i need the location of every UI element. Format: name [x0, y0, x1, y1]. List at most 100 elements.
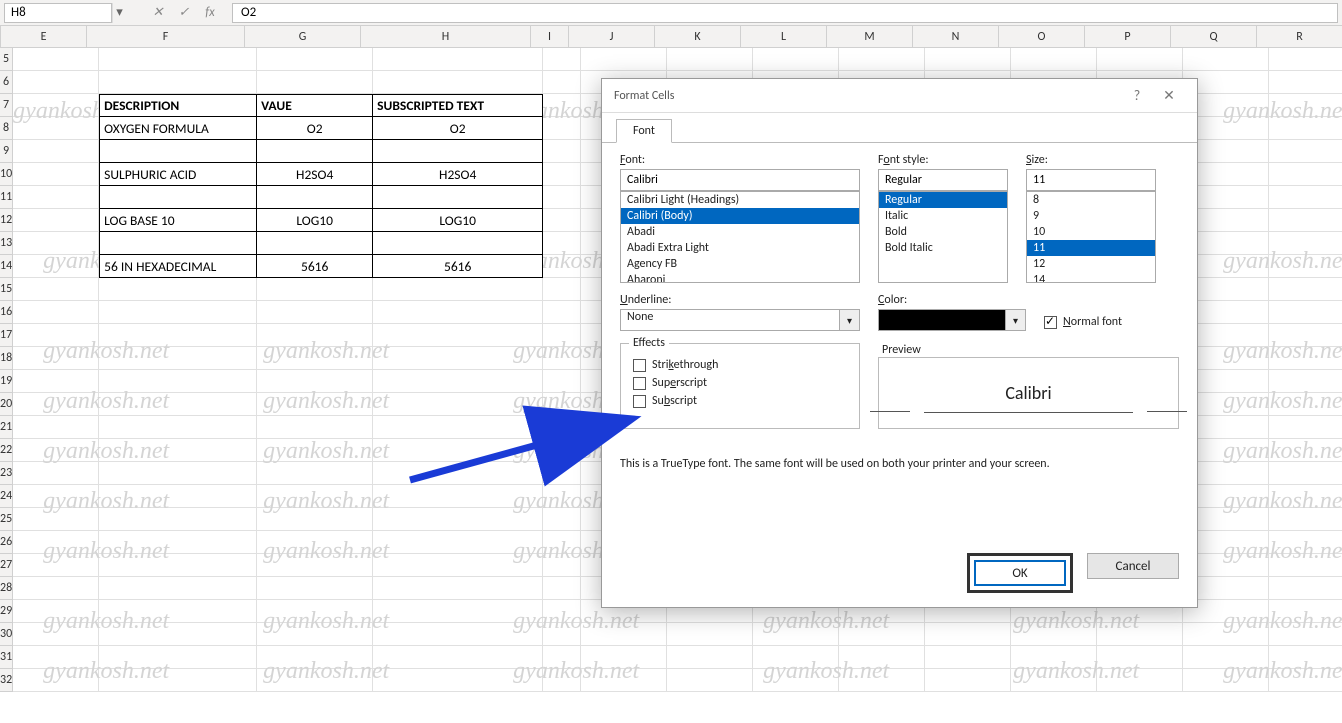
cell[interactable]: [373, 347, 543, 370]
color-dropdown[interactable]: ▾: [878, 309, 1026, 331]
cell[interactable]: [13, 577, 99, 600]
cell[interactable]: [543, 278, 581, 301]
cell[interactable]: [667, 646, 753, 669]
cell[interactable]: [1269, 71, 1342, 94]
cell[interactable]: OXYGEN FORMULA: [99, 117, 257, 140]
col-header[interactable]: E: [1, 26, 87, 47]
cell[interactable]: [257, 600, 373, 623]
cell[interactable]: [373, 531, 543, 554]
cell[interactable]: [13, 485, 99, 508]
cell[interactable]: [373, 623, 543, 646]
cell[interactable]: [667, 48, 753, 71]
col-header[interactable]: J: [569, 26, 655, 47]
col-header[interactable]: R: [1257, 26, 1342, 47]
cell[interactable]: 5616: [257, 255, 373, 278]
cell[interactable]: [1011, 646, 1097, 669]
cell[interactable]: [543, 94, 581, 117]
cancel-button[interactable]: Cancel: [1087, 553, 1179, 579]
cell[interactable]: [13, 646, 99, 669]
cell[interactable]: [753, 646, 839, 669]
font-input[interactable]: [620, 169, 860, 191]
cell[interactable]: H2SO4: [373, 163, 543, 186]
cell[interactable]: [13, 324, 99, 347]
cell[interactable]: [1011, 623, 1097, 646]
cell[interactable]: [543, 393, 581, 416]
cell[interactable]: [1269, 508, 1342, 531]
cell[interactable]: [581, 669, 667, 692]
cell[interactable]: [13, 554, 99, 577]
cell[interactable]: [753, 669, 839, 692]
cell[interactable]: [13, 416, 99, 439]
col-header[interactable]: L: [741, 26, 827, 47]
cell[interactable]: SUBSCRIPTED TEXT: [373, 94, 543, 117]
cell[interactable]: [1097, 669, 1183, 692]
cell[interactable]: [373, 669, 543, 692]
tab-font[interactable]: Font: [616, 119, 672, 143]
cell[interactable]: [1269, 623, 1342, 646]
list-item[interactable]: Bold: [879, 224, 1007, 240]
row-header[interactable]: 6: [0, 71, 12, 94]
cell[interactable]: [99, 531, 257, 554]
cell[interactable]: [1269, 255, 1342, 278]
row-header[interactable]: 5: [0, 48, 12, 71]
cell[interactable]: [99, 577, 257, 600]
cell[interactable]: [1269, 669, 1342, 692]
size-listbox[interactable]: 8910111214: [1026, 191, 1156, 283]
col-header[interactable]: P: [1085, 26, 1171, 47]
cell[interactable]: LOG10: [257, 209, 373, 232]
row-header[interactable]: 8: [0, 117, 12, 140]
cell[interactable]: [1269, 140, 1342, 163]
cell[interactable]: VAUE: [257, 94, 373, 117]
cell[interactable]: [1097, 623, 1183, 646]
list-item[interactable]: 9: [1027, 208, 1155, 224]
cell[interactable]: [373, 646, 543, 669]
list-item[interactable]: Calibri (Body): [621, 208, 859, 224]
cell[interactable]: [373, 577, 543, 600]
cell[interactable]: [543, 324, 581, 347]
row-header[interactable]: 31: [0, 646, 12, 669]
cell[interactable]: [13, 278, 99, 301]
cell[interactable]: [1269, 462, 1342, 485]
cell[interactable]: [99, 485, 257, 508]
cell[interactable]: [13, 232, 99, 255]
font-style-listbox[interactable]: RegularItalicBoldBold Italic: [878, 191, 1008, 283]
cell[interactable]: [1183, 48, 1269, 71]
row-header[interactable]: 21: [0, 416, 12, 439]
cell[interactable]: [1183, 669, 1269, 692]
cell[interactable]: [257, 278, 373, 301]
cell[interactable]: [257, 232, 373, 255]
cell[interactable]: [99, 508, 257, 531]
cell[interactable]: [373, 140, 543, 163]
cell[interactable]: O2: [373, 117, 543, 140]
row-header[interactable]: 12: [0, 209, 12, 232]
row-header[interactable]: 29: [0, 600, 12, 623]
cell[interactable]: [373, 278, 543, 301]
row-header[interactable]: 16: [0, 301, 12, 324]
cell[interactable]: [99, 554, 257, 577]
cell[interactable]: [1269, 117, 1342, 140]
cell[interactable]: [1269, 209, 1342, 232]
cell[interactable]: [99, 439, 257, 462]
cell[interactable]: [543, 301, 581, 324]
cell[interactable]: [13, 117, 99, 140]
cell[interactable]: [373, 48, 543, 71]
cell[interactable]: [925, 48, 1011, 71]
cell[interactable]: [543, 255, 581, 278]
cell[interactable]: [99, 48, 257, 71]
cell[interactable]: [99, 186, 257, 209]
cell[interactable]: [1269, 324, 1342, 347]
help-icon[interactable]: ?: [1121, 87, 1153, 104]
list-item[interactable]: Aharoni: [621, 272, 859, 283]
row-header[interactable]: 27: [0, 554, 12, 577]
cell[interactable]: [99, 462, 257, 485]
cell[interactable]: [1097, 48, 1183, 71]
cell[interactable]: [373, 485, 543, 508]
cell[interactable]: [257, 508, 373, 531]
col-header[interactable]: I: [531, 26, 569, 47]
cell[interactable]: [1011, 48, 1097, 71]
cell[interactable]: [13, 255, 99, 278]
cell[interactable]: [1269, 232, 1342, 255]
cell[interactable]: [1269, 94, 1342, 117]
cell[interactable]: [543, 623, 581, 646]
cell[interactable]: [1269, 393, 1342, 416]
